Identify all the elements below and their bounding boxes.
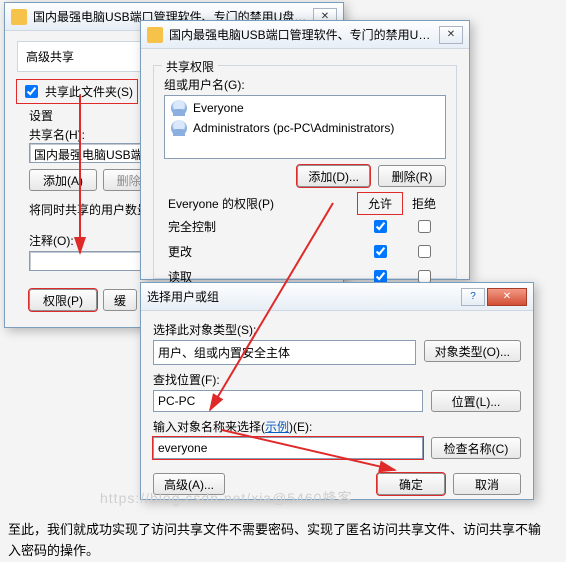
add-share-button[interactable]: 添加(A) xyxy=(29,169,97,191)
folder-icon xyxy=(11,9,27,25)
share-name-value: 国内最强电脑USB端口 xyxy=(34,148,143,163)
allow-change[interactable] xyxy=(374,245,387,258)
object-names-input[interactable] xyxy=(153,437,423,459)
col-deny: 拒绝 xyxy=(402,193,446,214)
dialog2-titlebar: 国内最强电脑USB端口管理软件、专门的禁用U盘软... ✕ xyxy=(141,21,469,49)
col-allow: 允许 xyxy=(358,193,402,214)
dialog3-title: 选择用户或组 xyxy=(147,288,459,305)
remove-user-button[interactable]: 删除(R) xyxy=(378,165,446,187)
deny-fullcontrol[interactable] xyxy=(418,220,431,233)
share-permissions-dialog: 国内最强电脑USB端口管理软件、专门的禁用U盘软... ✕ 共享权限 组或用户名… xyxy=(140,20,470,280)
ok-button[interactable]: 确定 xyxy=(377,473,445,495)
close-icon[interactable]: ✕ xyxy=(439,26,463,44)
share-perm-legend: 共享权限 xyxy=(162,58,218,75)
tab-advanced-sharing[interactable]: 高级共享 xyxy=(26,50,74,64)
user-row-everyone[interactable]: Everyone xyxy=(167,98,443,118)
dialog2-title: 国内最强电脑USB端口管理软件、专门的禁用U盘软... xyxy=(169,26,437,43)
perm-header: Everyone 的权限(P) xyxy=(164,193,358,214)
cancel-button[interactable]: 取消 xyxy=(453,473,521,495)
permissions-button[interactable]: 权限(P) xyxy=(29,289,97,311)
user-icon xyxy=(171,100,187,116)
select-users-dialog: 选择用户或组 ? ✕ 选择此对象类型(S): 用户、组或内置安全主体 对象类型(… xyxy=(140,282,534,500)
names-label: 输入对象名称来选择(示例)(E): xyxy=(153,418,521,435)
advanced-button[interactable]: 高级(A)... xyxy=(153,473,225,495)
user-name: Administrators (pc-PC\Administrators) xyxy=(193,121,394,135)
object-types-button[interactable]: 对象类型(O)... xyxy=(424,340,521,362)
share-name-combobox[interactable]: 国内最强电脑USB端口 xyxy=(29,143,149,163)
folder-icon xyxy=(147,27,163,43)
add-user-button[interactable]: 添加(D)... xyxy=(297,165,370,187)
help-icon[interactable]: ? xyxy=(461,288,485,306)
users-listbox[interactable]: Everyone Administrators (pc-PC\Administr… xyxy=(164,95,446,159)
location-label: 查找位置(F): xyxy=(153,371,521,388)
object-type-label: 选择此对象类型(S): xyxy=(153,321,521,338)
example-link[interactable]: 示例 xyxy=(265,420,289,434)
share-folder-checkbox[interactable] xyxy=(25,85,38,98)
comment-input[interactable] xyxy=(29,251,149,271)
object-type-value: 用户、组或内置安全主体 xyxy=(153,340,416,365)
users-label: 组或用户名(G): xyxy=(164,76,446,93)
close-icon[interactable]: ✕ xyxy=(487,288,527,306)
locations-button[interactable]: 位置(L)... xyxy=(431,390,521,412)
perm-row-change: 更改 xyxy=(164,239,446,264)
deny-change[interactable] xyxy=(418,245,431,258)
allow-fullcontrol[interactable] xyxy=(374,220,387,233)
share-folder-checkbox-row[interactable]: 共享此文件夹(S) xyxy=(17,80,137,103)
share-folder-label: 共享此文件夹(S) xyxy=(45,83,133,100)
user-icon xyxy=(171,120,187,136)
user-name: Everyone xyxy=(193,101,244,115)
caching-button[interactable]: 缓 xyxy=(103,289,137,311)
user-row-admins[interactable]: Administrators (pc-PC\Administrators) xyxy=(167,118,443,138)
location-value: PC-PC xyxy=(153,390,423,412)
dialog3-titlebar: 选择用户或组 ? ✕ xyxy=(141,283,533,311)
perm-row-fullcontrol: 完全控制 xyxy=(164,214,446,239)
check-names-button[interactable]: 检查名称(C) xyxy=(431,437,521,459)
article-caption: 至此，我们就成功实现了访问共享文件不需要密码、实现了匿名访问共享文件、访问共享不… xyxy=(8,520,550,562)
